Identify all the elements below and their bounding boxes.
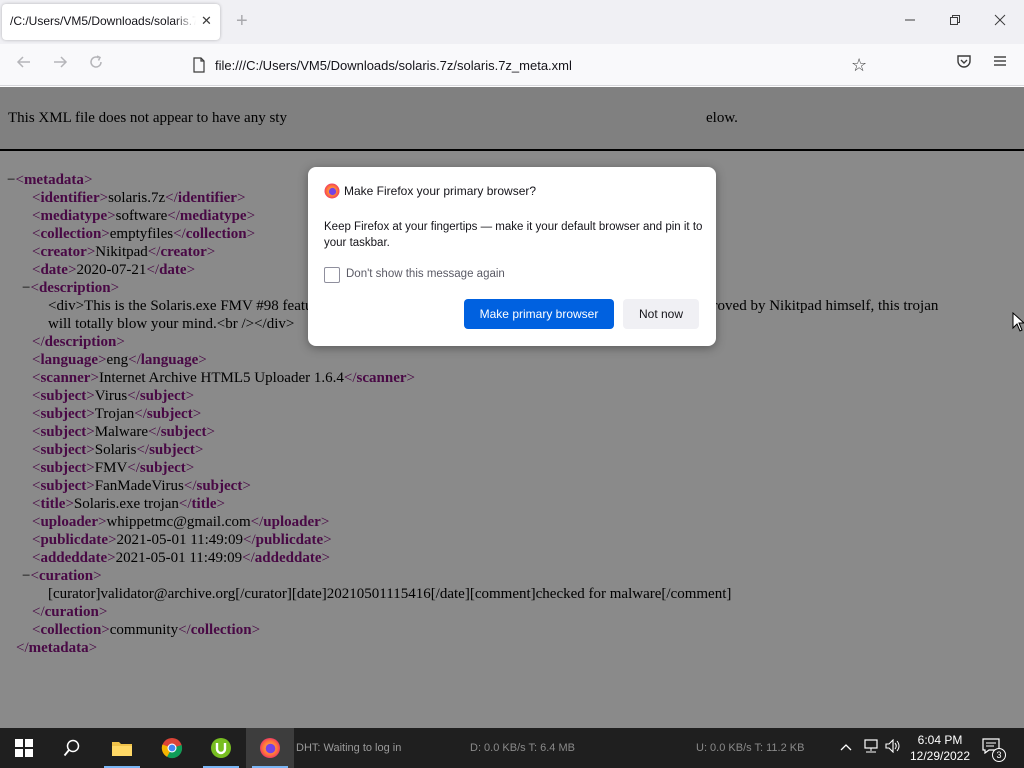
folder-icon [112, 742, 132, 756]
tab-close-icon[interactable]: ✕ [201, 14, 212, 28]
firefox-button[interactable] [246, 728, 294, 768]
start-button[interactable] [0, 728, 48, 768]
arrow-right-icon [54, 56, 68, 68]
new-tab-button[interactable]: + [236, 10, 248, 32]
network-icon [864, 739, 878, 753]
dht-status: DHT: Waiting to log in [296, 742, 402, 754]
address-bar[interactable]: file:///C:/Users/VM5/Downloads/solaris.7… [182, 50, 882, 80]
make-primary-browser-button[interactable]: Make primary browser [464, 299, 614, 329]
browser-tab[interactable]: /C:/Users/VM5/Downloads/solaris.7z/solar… [2, 4, 220, 40]
default-browser-dialog: Make Firefox your primary browser? Keep … [308, 167, 716, 346]
search-icon [63, 739, 80, 757]
windows-logo-icon [15, 739, 33, 757]
not-now-button[interactable]: Not now [623, 299, 699, 329]
mouse-cursor-icon [1012, 312, 1024, 332]
clock-time: 6:04 PM [917, 733, 963, 747]
chrome-icon [161, 738, 183, 759]
pocket-button[interactable] [952, 53, 976, 77]
restore-button[interactable] [940, 8, 970, 36]
close-window-button[interactable] [985, 8, 1015, 36]
upload-status: U: 0.0 KB/s T: 11.2 KB [696, 742, 805, 754]
forward-button[interactable] [47, 52, 73, 78]
tab-title: /C:/Users/VM5/Downloads/solaris.7z/solar… [10, 14, 196, 28]
back-button[interactable] [11, 52, 37, 78]
hamburger-menu-icon [994, 56, 1006, 66]
utorrent-button[interactable] [197, 728, 245, 768]
speaker-icon [885, 738, 900, 754]
minimize-icon [905, 19, 915, 21]
dialog-message: Keep Firefox at your fingertips — make i… [324, 221, 703, 249]
utorrent-icon [211, 738, 231, 758]
navigation-toolbar: file:///C:/Users/VM5/Downloads/solaris.7… [0, 44, 1024, 86]
bookmark-star-icon[interactable]: ☆ [851, 53, 867, 77]
search-button[interactable] [48, 728, 96, 768]
firefox-logo-icon [324, 183, 340, 199]
notification-count-badge: 3 [992, 748, 1006, 762]
arrow-left-icon [16, 56, 30, 68]
file-explorer-button[interactable] [98, 728, 146, 768]
clock-date: 12/29/2022 [909, 749, 971, 763]
minimize-button[interactable] [895, 8, 925, 36]
system-clock[interactable]: 6:04 PM 12/29/2022 [905, 732, 975, 764]
restore-icon [950, 15, 960, 25]
reload-icon [90, 55, 102, 68]
download-status: D: 0.0 KB/s T: 6.4 MB [470, 742, 575, 754]
dont-show-again-label[interactable]: Don't show this message again [346, 268, 505, 280]
network-button[interactable] [862, 739, 880, 757]
show-hidden-icons-button[interactable] [840, 739, 852, 757]
file-icon [193, 57, 205, 73]
volume-button[interactable] [885, 738, 901, 757]
menu-button[interactable] [988, 53, 1012, 77]
dont-show-again-checkbox[interactable] [324, 267, 340, 283]
close-icon [994, 14, 1006, 26]
pocket-icon [957, 55, 971, 68]
reload-button[interactable] [83, 52, 109, 78]
chrome-button[interactable] [148, 728, 196, 768]
modal-backdrop: Make Firefox your primary browser? Keep … [0, 87, 1024, 728]
chevron-up-icon [840, 744, 852, 751]
url-text[interactable]: file:///C:/Users/VM5/Downloads/solaris.7… [215, 58, 572, 73]
firefox-icon [260, 738, 280, 758]
dialog-title: Make Firefox your primary browser? [344, 184, 537, 198]
windows-taskbar: DHT: Waiting to log in D: 0.0 KB/s T: 6.… [0, 728, 1024, 768]
tab-bar: /C:/Users/VM5/Downloads/solaris.7z/solar… [0, 0, 1024, 44]
